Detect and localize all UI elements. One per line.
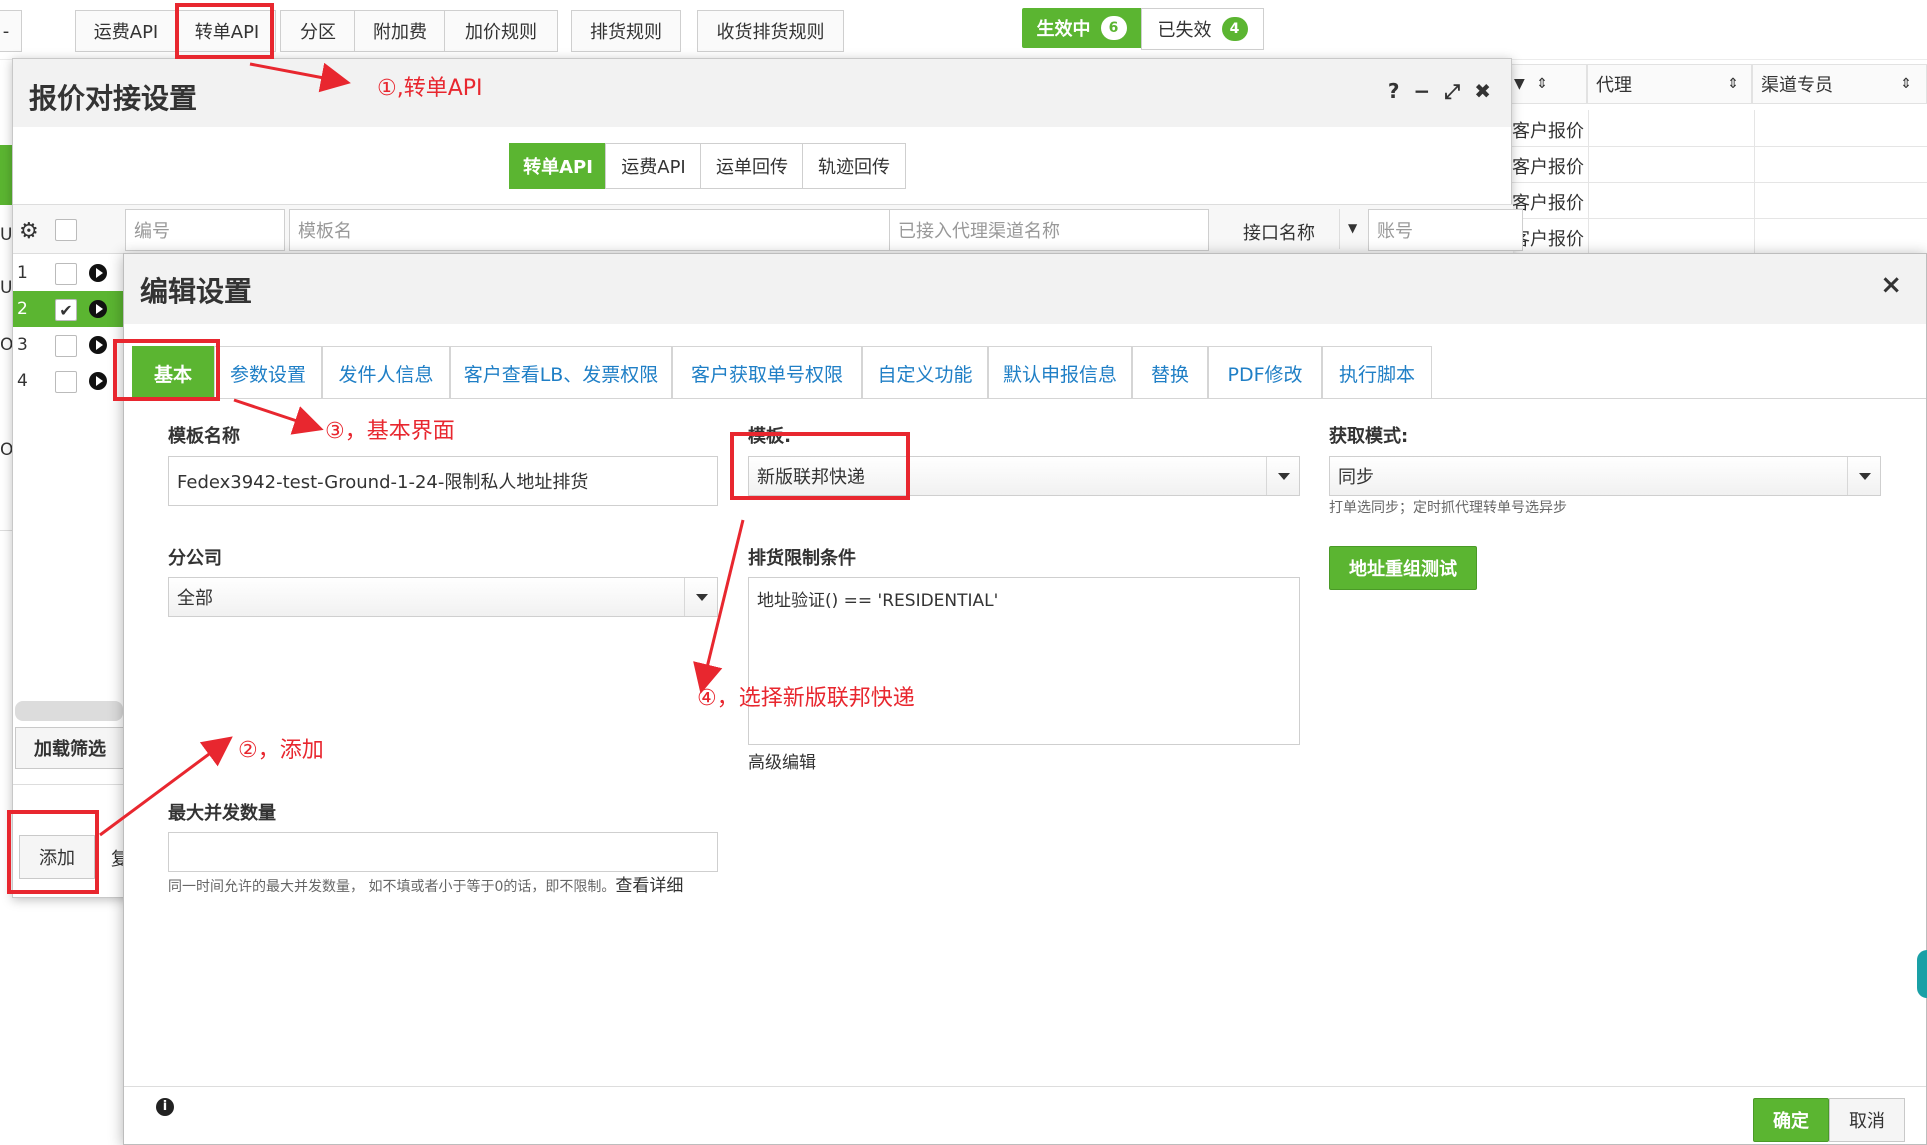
arrow-3 [233,398,324,435]
arrow-2 [99,736,233,837]
annotation-arrows [99,62,745,837]
annotation-3: ③，基本界面 [325,419,455,444]
arrow-4 [693,519,745,694]
arrow-1 [249,62,351,93]
annotation-1: ①,转单API [377,76,483,101]
annotation-4: ④，选择新版联邦快递 [697,686,915,711]
annotation-2: ②，添加 [238,738,324,763]
